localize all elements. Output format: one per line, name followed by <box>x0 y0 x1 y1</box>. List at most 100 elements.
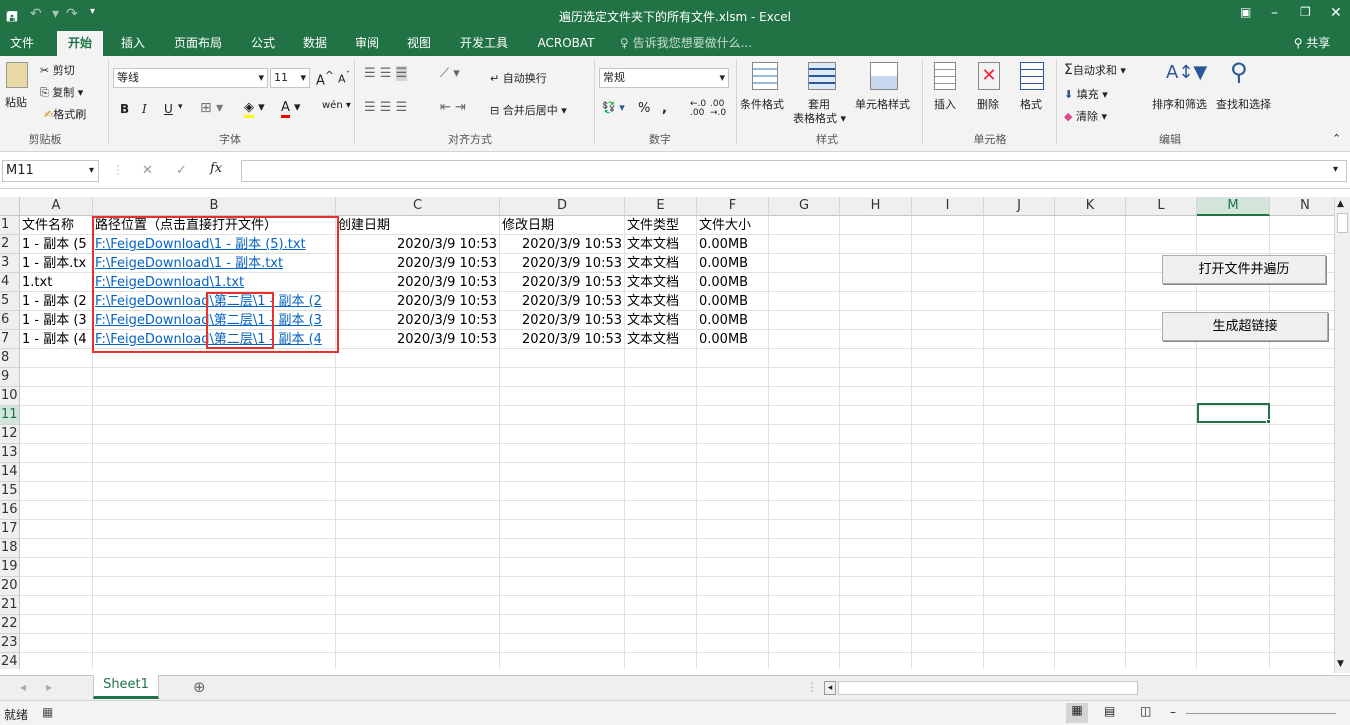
tab-insert[interactable]: 插入 <box>112 31 154 56</box>
row-header-1[interactable]: 1 <box>0 216 20 235</box>
align-left-icon[interactable]: ☰ ☰ ☰ <box>364 100 407 115</box>
row-header-19[interactable]: 19 <box>0 558 20 577</box>
row-header-4[interactable]: 4 <box>0 273 20 292</box>
open-and-traverse-button[interactable]: 打开文件并遍历 <box>1162 255 1326 284</box>
row-header-15[interactable]: 15 <box>0 482 20 501</box>
column-header-m[interactable]: M <box>1197 197 1270 216</box>
borders-icon[interactable]: ⊞ ▾ <box>200 100 223 116</box>
merge-center-button[interactable]: ⊟ 合并后居中 ▾ <box>490 102 567 118</box>
tab-file[interactable]: 文件 <box>0 31 44 56</box>
next-sheet-icon[interactable]: ▸ <box>46 680 52 694</box>
row-header-22[interactable]: 22 <box>0 615 20 634</box>
tab-developer[interactable]: 开发工具 <box>450 31 518 56</box>
row-header-20[interactable]: 20 <box>0 577 20 596</box>
row-header-21[interactable]: 21 <box>0 596 20 615</box>
active-cell[interactable] <box>1197 403 1270 423</box>
row-header-2[interactable]: 2 <box>0 235 20 254</box>
scroll-down-icon[interactable]: ▼ <box>1337 659 1344 669</box>
row-header-9[interactable]: 9 <box>0 368 20 387</box>
column-header-n[interactable]: N <box>1270 197 1334 216</box>
clear-button[interactable]: ◆ 清除 ▾ <box>1064 108 1107 124</box>
column-header-l[interactable]: L <box>1126 197 1197 216</box>
zoom-slider[interactable] <box>1186 713 1336 714</box>
row-header-11[interactable]: 11 <box>0 406 20 425</box>
tab-review[interactable]: 审阅 <box>346 31 388 56</box>
font-size-select[interactable]: 11 ▾ <box>270 68 310 88</box>
scroll-thumb[interactable] <box>1337 213 1348 233</box>
number-format-select[interactable]: 常规 ▾ <box>599 68 729 88</box>
tab-page-layout[interactable]: 页面布局 <box>164 31 232 56</box>
font-color-icon[interactable]: A ▾ <box>281 100 301 118</box>
tab-acrobat[interactable]: ACROBAT <box>528 31 604 56</box>
autosum-button[interactable]: Σ自动求和 ▾ <box>1064 62 1126 78</box>
column-header-d[interactable]: D <box>500 197 625 216</box>
enter-formula-button[interactable]: ✓ <box>176 163 187 178</box>
row-header-24[interactable]: 24 <box>0 653 20 669</box>
column-header-i[interactable]: I <box>912 197 984 216</box>
tab-home[interactable]: 开始 <box>57 31 103 56</box>
restore-button[interactable]: ❐ <box>1300 5 1311 19</box>
vertical-scrollbar[interactable]: ▲ ▼ <box>1334 197 1350 673</box>
expand-formula-icon[interactable]: ▾ <box>1333 164 1338 175</box>
page-break-view-icon[interactable]: ◫ <box>1140 704 1151 718</box>
fill-handle[interactable] <box>1266 419 1271 424</box>
tab-view[interactable]: 视图 <box>398 31 440 56</box>
phonetic-button[interactable]: wén ▾ <box>322 100 351 111</box>
scroll-up-icon[interactable]: ▲ <box>1337 199 1344 209</box>
column-header-b[interactable]: B <box>93 197 336 216</box>
conditional-format-button[interactable]: 条件格式 <box>740 96 784 112</box>
paste-button[interactable]: 粘贴 <box>5 94 27 110</box>
decrease-font-button[interactable]: Aˇ <box>338 70 350 86</box>
column-header-c[interactable]: C <box>336 197 500 216</box>
add-sheet-button[interactable]: ⊕ <box>193 678 206 696</box>
row-header-6[interactable]: 6 <box>0 311 20 330</box>
copy-button[interactable]: ⎘ 复制 ▾ <box>40 84 83 100</box>
fill-color-icon[interactable]: ◈ ▾ <box>244 100 265 118</box>
collapse-ribbon-icon[interactable]: ⌃ <box>1332 132 1341 145</box>
row-header-12[interactable]: 12 <box>0 425 20 444</box>
increase-font-button[interactable]: A^ <box>316 69 334 88</box>
row-header-16[interactable]: 16 <box>0 501 20 520</box>
fill-button[interactable]: ⬇ 填充 ▾ <box>1064 86 1108 102</box>
macro-record-icon[interactable]: ▦ <box>42 705 53 719</box>
ribbon-display-icon[interactable]: ▣ <box>1240 5 1251 19</box>
splitter-icon[interactable]: ⋮ <box>806 680 818 694</box>
format-as-table-label[interactable]: 表格格式 ▾ <box>793 110 846 126</box>
underline-button[interactable]: U <box>164 102 173 116</box>
column-header-a[interactable]: A <box>20 197 93 216</box>
comma-button[interactable]: , <box>662 101 667 116</box>
indent-icon[interactable]: ⇤ ⇥ <box>440 100 466 115</box>
worksheet-grid[interactable]: ABCDEFGHIJKLMN 1 2 3 4 5 6 7 8 9 10 11 12 13 14 15 16 17… <box>0 197 1334 669</box>
format-cells-button[interactable]: 格式 <box>1020 96 1042 112</box>
row-header-18[interactable]: 18 <box>0 539 20 558</box>
row-header-17[interactable]: 17 <box>0 520 20 539</box>
scroll-left-icon[interactable]: ◂ <box>824 681 836 695</box>
prev-sheet-icon[interactable]: ◂ <box>20 680 26 694</box>
tab-data[interactable]: 数据 <box>294 31 336 56</box>
find-select-button[interactable]: 查找和选择 <box>1216 96 1271 112</box>
bold-button[interactable]: B <box>120 102 129 116</box>
align-top-icon[interactable]: ☰ ☰ ☰ <box>364 66 408 81</box>
format-painter-button[interactable]: ✍格式刷 <box>44 106 86 122</box>
select-all-corner[interactable] <box>0 197 20 216</box>
horizontal-scrollbar[interactable] <box>838 681 1138 695</box>
minimize-button[interactable]: – <box>1271 5 1278 21</box>
tell-me-search[interactable]: ♀ 告诉我您想要做什么... <box>620 31 770 56</box>
font-name-select[interactable]: 等线 ▾ <box>113 68 268 88</box>
tab-formulas[interactable]: 公式 <box>242 31 284 56</box>
increase-decimal-icon[interactable]: ←.0.00 <box>690 100 706 118</box>
column-header-j[interactable]: J <box>984 197 1055 216</box>
normal-view-icon[interactable]: ▦ <box>1066 703 1088 723</box>
column-header-h[interactable]: H <box>840 197 912 216</box>
column-header-k[interactable]: K <box>1055 197 1126 216</box>
cut-button[interactable]: ✂ 剪切 <box>40 62 75 78</box>
row-header-7[interactable]: 7 <box>0 330 20 349</box>
generate-hyperlinks-button[interactable]: 生成超链接 <box>1162 312 1328 341</box>
column-header-g[interactable]: G <box>769 197 840 216</box>
share-button[interactable]: ⚲ 共享 <box>1284 31 1340 56</box>
row-header-14[interactable]: 14 <box>0 463 20 482</box>
sort-filter-button[interactable]: 排序和筛选 <box>1152 96 1207 112</box>
cell-styles-button[interactable]: 单元格样式 <box>855 96 910 112</box>
formula-input[interactable] <box>241 160 1347 182</box>
delete-cells-button[interactable]: 删除 <box>977 96 999 112</box>
